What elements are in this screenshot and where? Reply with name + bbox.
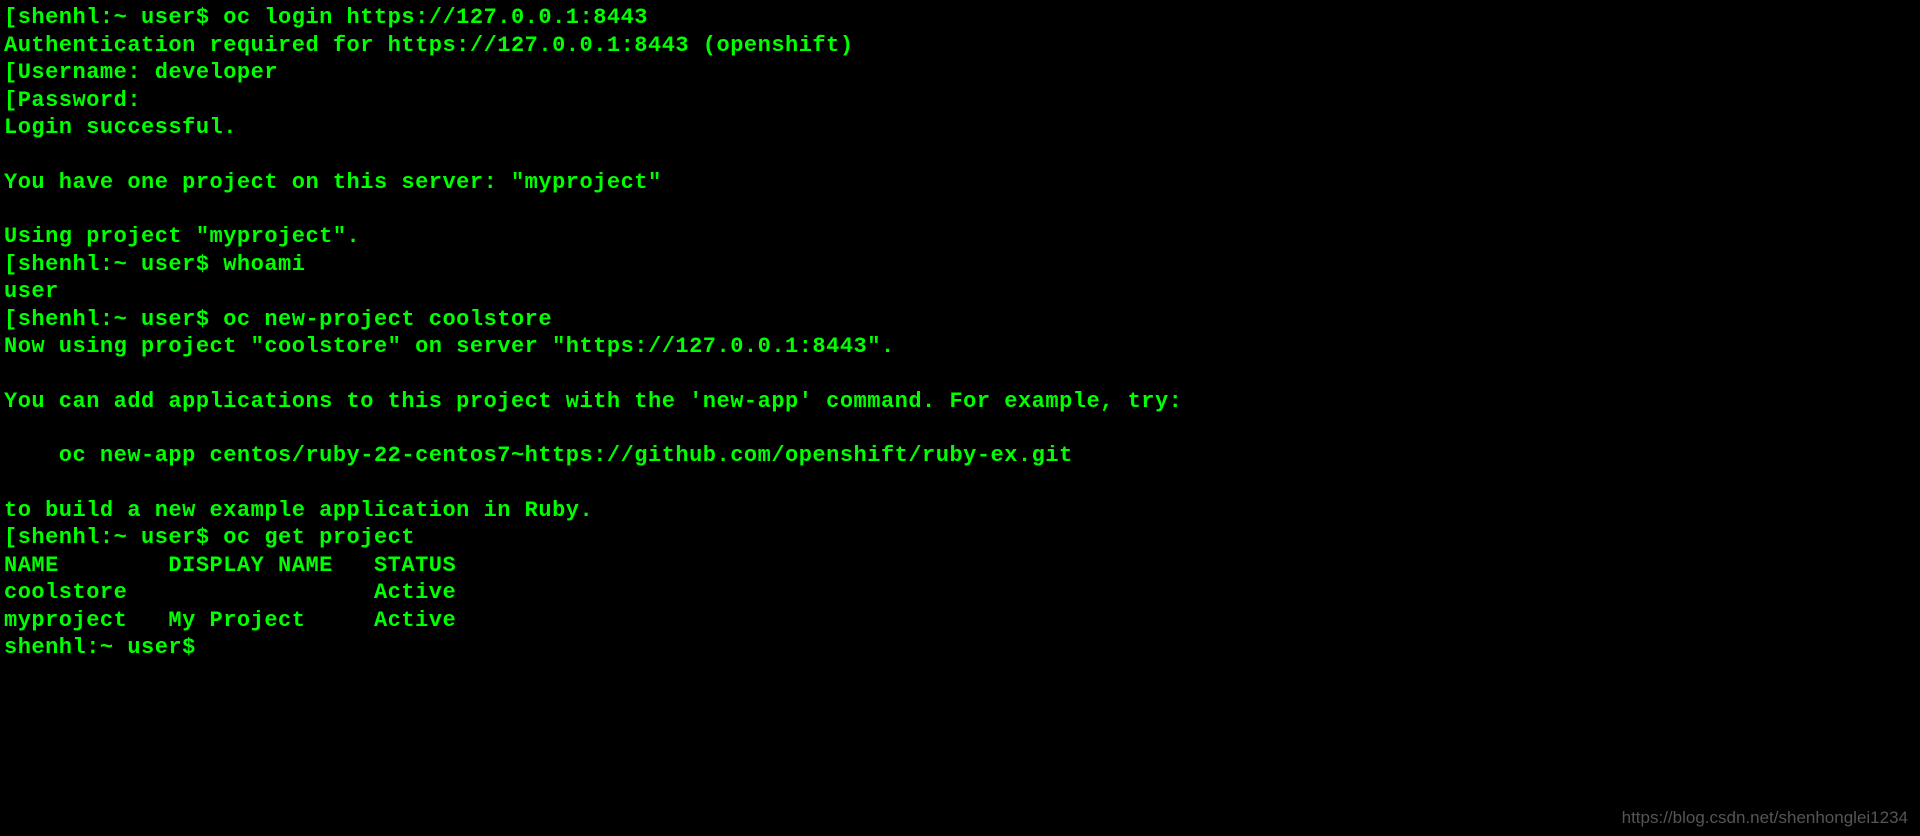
terminal-line: Now using project "coolstore" on server … bbox=[4, 333, 1916, 361]
terminal-line bbox=[4, 142, 1916, 169]
terminal-line: [shenhl:~ user$ oc get project bbox=[4, 524, 1916, 552]
terminal-line: [shenhl:~ user$ oc login https://127.0.0… bbox=[4, 4, 1916, 32]
terminal-line: Using project "myproject". bbox=[4, 223, 1916, 251]
terminal-line: Authentication required for https://127.… bbox=[4, 32, 1916, 60]
terminal-line: myproject My Project Active bbox=[4, 607, 1916, 635]
terminal-line: shenhl:~ user$ bbox=[4, 634, 1916, 662]
terminal-line: NAME DISPLAY NAME STATUS bbox=[4, 552, 1916, 580]
terminal-line: You have one project on this server: "my… bbox=[4, 169, 1916, 197]
terminal-line: user bbox=[4, 278, 1916, 306]
terminal-line: to build a new example application in Ru… bbox=[4, 497, 1916, 525]
terminal-line bbox=[4, 196, 1916, 223]
terminal-line bbox=[4, 470, 1916, 497]
terminal-line bbox=[4, 415, 1916, 442]
terminal-line: oc new-app centos/ruby-22-centos7~https:… bbox=[4, 442, 1916, 470]
terminal-line: [shenhl:~ user$ oc new-project coolstore bbox=[4, 306, 1916, 334]
terminal-line: [Username: developer bbox=[4, 59, 1916, 87]
terminal-line: [Password: bbox=[4, 87, 1916, 115]
terminal-output[interactable]: [shenhl:~ user$ oc login https://127.0.0… bbox=[4, 4, 1916, 662]
terminal-line: coolstore Active bbox=[4, 579, 1916, 607]
terminal-line bbox=[4, 361, 1916, 388]
terminal-line: [shenhl:~ user$ whoami bbox=[4, 251, 1916, 279]
terminal-line: You can add applications to this project… bbox=[4, 388, 1916, 416]
terminal-line: Login successful. bbox=[4, 114, 1916, 142]
watermark-text: https://blog.csdn.net/shenhonglei1234 bbox=[1622, 807, 1908, 828]
